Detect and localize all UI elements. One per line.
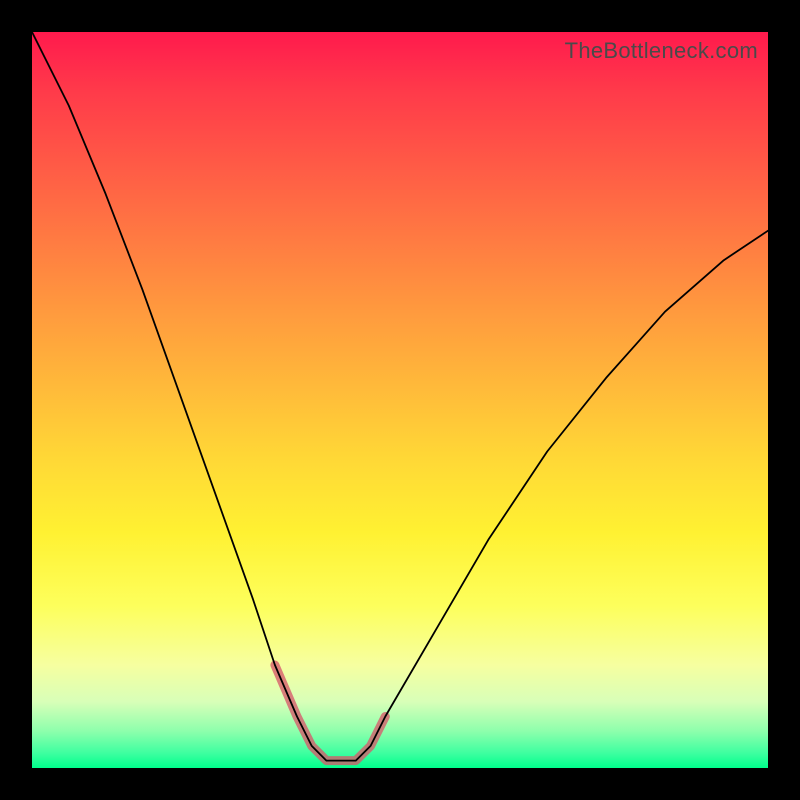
chart-frame: TheBottleneck.com [0,0,800,800]
trough-highlight [275,665,385,761]
curve-layer [32,32,768,768]
bottleneck-curve [32,32,768,761]
plot-area: TheBottleneck.com [32,32,768,768]
